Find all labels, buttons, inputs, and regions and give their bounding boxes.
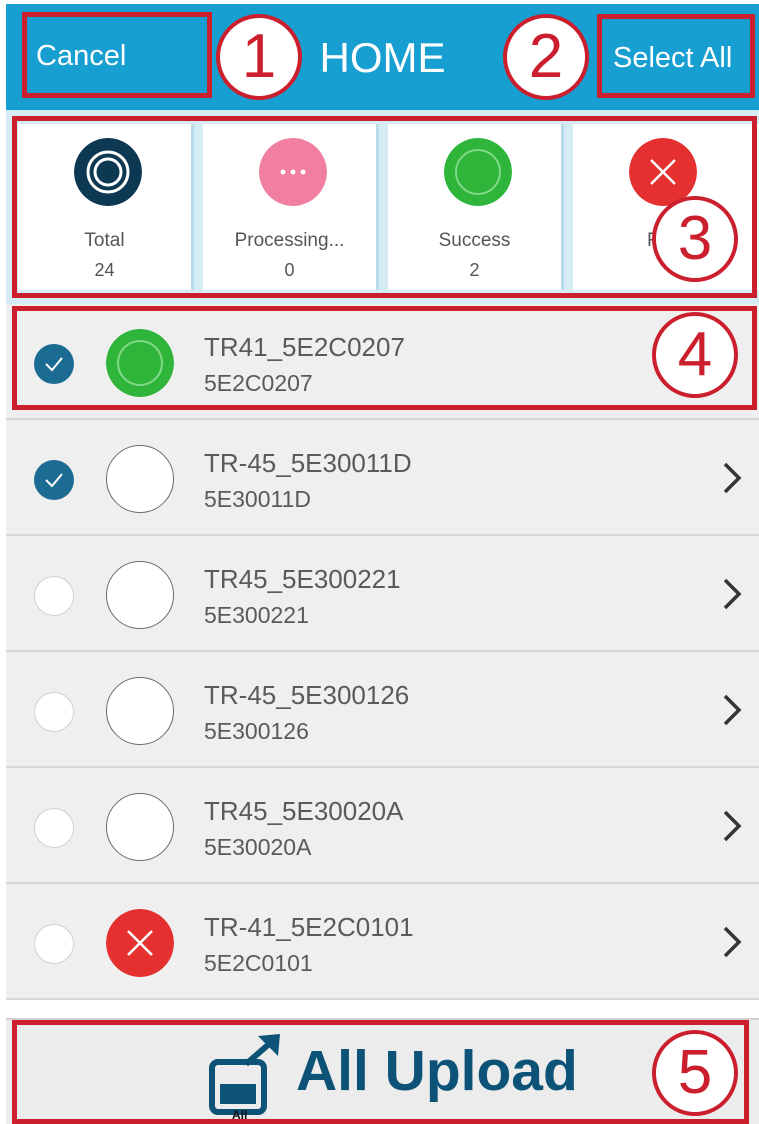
device-name: TR45_5E300221 <box>204 564 401 594</box>
checkbox-checked-icon[interactable] <box>34 460 74 500</box>
device-row[interactable]: TR-41_5E2C0101 5E2C0101 <box>6 884 759 1000</box>
chevron-right-icon[interactable] <box>721 690 745 730</box>
device-id: 5E2C0101 <box>204 950 313 976</box>
status-empty-icon <box>106 677 174 745</box>
checkbox-empty-icon[interactable] <box>34 808 74 848</box>
device-name: TR45_5E30020A <box>204 796 404 826</box>
device-row[interactable]: TR45_5E30020A 5E30020A <box>6 768 759 884</box>
fail-x-icon <box>106 909 174 977</box>
checkbox-empty-icon[interactable] <box>34 692 74 732</box>
device-id: 5E300221 <box>204 602 309 628</box>
annotation-box-summary <box>12 116 757 298</box>
device-id: 5E300126 <box>204 718 309 744</box>
checkbox-empty-icon[interactable] <box>34 924 74 964</box>
device-id: 5E30020A <box>204 834 312 860</box>
chevron-right-icon[interactable] <box>721 574 745 614</box>
checkbox-empty-icon[interactable] <box>34 576 74 616</box>
annotation-box-first-row <box>12 306 757 410</box>
annotation-box-cancel <box>22 12 212 98</box>
chevron-right-icon[interactable] <box>721 922 745 962</box>
annotation-number-5: 5 <box>652 1030 738 1116</box>
annotation-number-4: 4 <box>652 312 738 398</box>
device-id: 5E30011D <box>204 486 311 512</box>
annotation-box-upload <box>12 1020 749 1124</box>
chevron-right-icon[interactable] <box>721 458 745 498</box>
status-empty-icon <box>106 793 174 861</box>
device-row[interactable]: TR-45_5E30011D 5E30011D <box>6 420 759 536</box>
annotation-number-2: 2 <box>503 14 589 100</box>
device-row[interactable]: TR45_5E300221 5E300221 <box>6 536 759 652</box>
annotation-number-1: 1 <box>216 14 302 100</box>
status-empty-icon <box>106 561 174 629</box>
annotation-box-select-all <box>597 14 755 98</box>
status-empty-icon <box>106 445 174 513</box>
device-name: TR-45_5E300126 <box>204 680 410 710</box>
device-row[interactable]: TR-45_5E300126 5E300126 <box>6 652 759 768</box>
chevron-right-icon[interactable] <box>721 806 745 846</box>
device-name: TR-41_5E2C0101 <box>204 912 414 942</box>
device-name: TR-45_5E30011D <box>204 448 412 478</box>
annotation-number-3: 3 <box>652 196 738 282</box>
